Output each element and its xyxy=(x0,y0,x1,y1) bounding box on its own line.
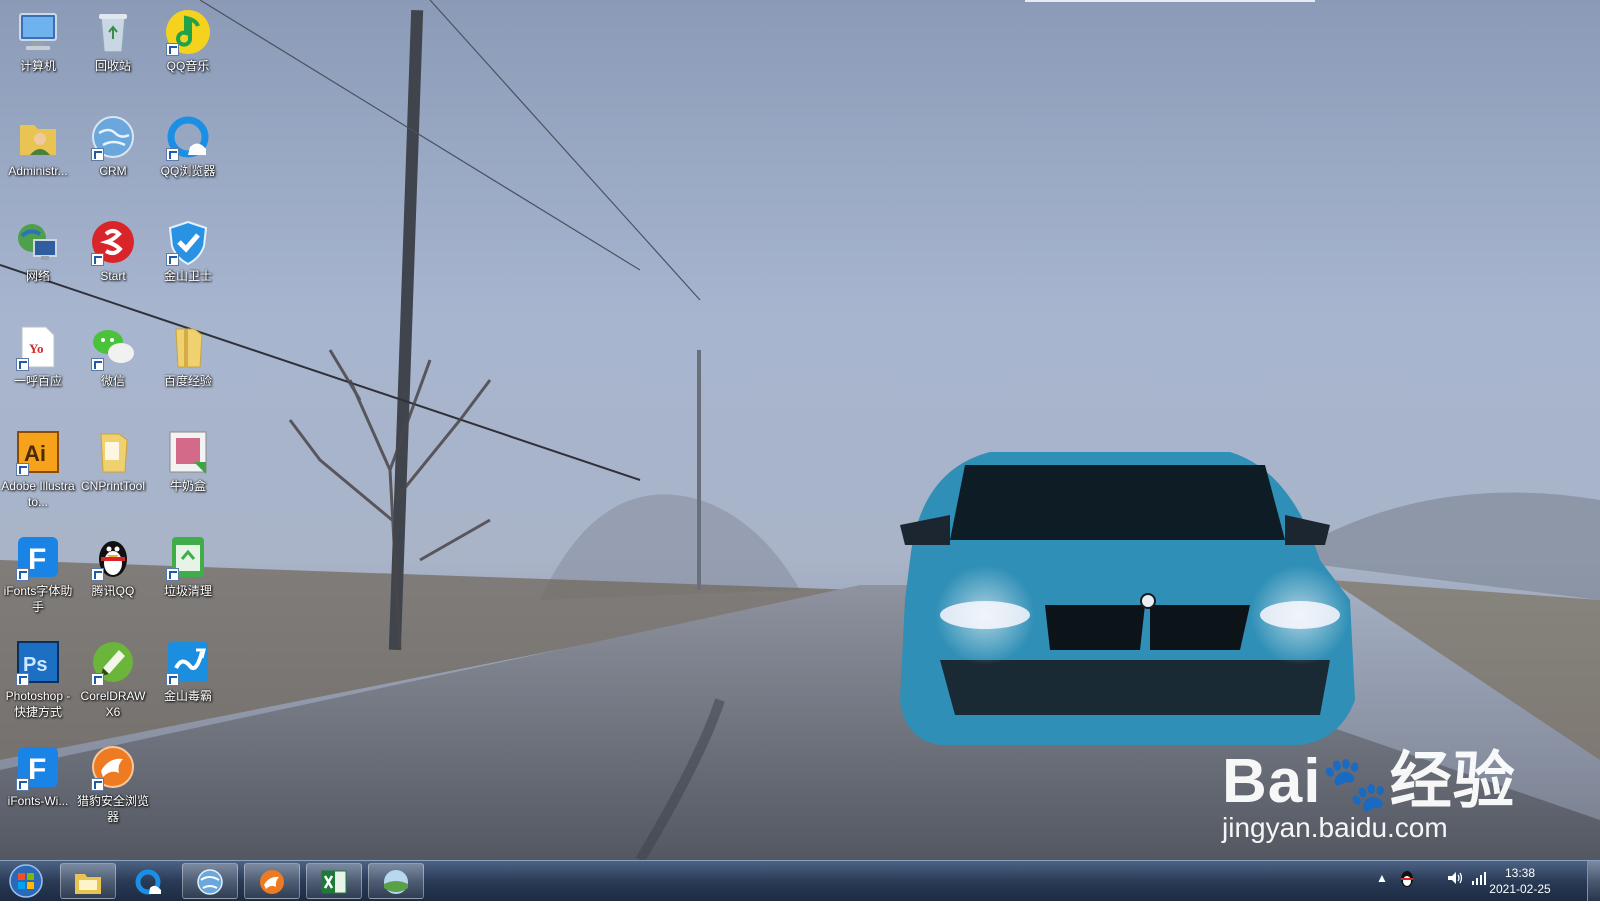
taskbar-btn-excel[interactable] xyxy=(306,863,362,899)
shortcut-arrow-icon xyxy=(91,673,104,686)
taskbar-btn-cheetah[interactable] xyxy=(244,863,300,899)
shortcut-arrow-icon xyxy=(91,358,104,371)
photo-viewer-icon xyxy=(384,870,408,894)
shortcut-arrow-icon xyxy=(91,778,104,791)
desktop-icon-coreldraw[interactable]: CorelDRAW X6 xyxy=(75,638,151,720)
top-edge-bar xyxy=(1025,0,1315,2)
windows-logo-icon xyxy=(9,864,43,898)
cheetah-browser-icon xyxy=(89,743,137,791)
desktop-icon-tencent-qq[interactable]: 腾讯QQ xyxy=(75,533,151,599)
taskbar-btn-ie[interactable] xyxy=(182,863,238,899)
ifonts-icon: F xyxy=(14,533,62,581)
wechat-icon xyxy=(89,323,137,371)
shortcut-arrow-icon xyxy=(16,568,29,581)
shortcut-arrow-icon xyxy=(166,673,179,686)
shortcut-arrow-icon xyxy=(166,43,179,56)
illustrator-icon: Ai xyxy=(14,428,62,476)
shortcut-arrow-icon xyxy=(166,568,179,581)
qq-browser-icon xyxy=(135,869,161,895)
svg-text:F: F xyxy=(28,543,46,576)
start-button[interactable] xyxy=(4,863,48,899)
qq-browser-icon xyxy=(164,113,212,161)
desktop-icon-network[interactable]: 网络 xyxy=(0,218,76,284)
shortcut-arrow-icon xyxy=(91,253,104,266)
shortcut-arrow-icon xyxy=(91,568,104,581)
shortcut-arrow-icon xyxy=(16,778,29,791)
folder-icon xyxy=(164,323,212,371)
shortcut-arrow-icon xyxy=(166,148,179,161)
antivirus-icon xyxy=(164,638,212,686)
desktop-icon-ifonts-wi[interactable]: F iFonts-Wi... xyxy=(0,743,76,809)
shortcut-arrow-icon xyxy=(166,253,179,266)
shortcut-arrow-icon xyxy=(91,148,104,161)
system-clock[interactable]: 13:38 2021-02-25 xyxy=(1480,865,1560,897)
svg-text:F: F xyxy=(28,753,46,786)
network-icon xyxy=(14,218,62,266)
taskbar-btn-photo-viewer[interactable] xyxy=(368,863,424,899)
watermark-url: jingyan.baidu.com xyxy=(1222,812,1448,843)
desktop-icon-adobe-illustrator[interactable]: Ai Adobe Illustrato... xyxy=(0,428,76,510)
shortcut-arrow-icon xyxy=(16,463,29,476)
taskbar-btn-explorer[interactable] xyxy=(60,863,116,899)
desktop-icon-start[interactable]: Start xyxy=(75,218,151,284)
desktop-icon-cnprinttool[interactable]: CNPrintTool xyxy=(75,428,151,494)
taskbar-btn-qq-browser[interactable] xyxy=(120,863,176,899)
qq-penguin-icon xyxy=(89,533,137,581)
desktop-icon-kingsoft-guard[interactable]: 金山卫士 xyxy=(150,218,226,284)
desktop-icon-cheetah-browser[interactable]: 猎豹安全浏览器 xyxy=(75,743,151,825)
baidu-jingyan-watermark: Bai🐾经验 jingyan.baidu.com xyxy=(1222,730,1516,844)
clock-time: 13:38 xyxy=(1504,866,1536,880)
desktop-icon-recycle-bin[interactable]: 回收站 xyxy=(75,8,151,74)
desktop-icon-milk-box[interactable]: 牛奶盒 xyxy=(150,428,226,494)
tray-qq-icon[interactable] xyxy=(1398,867,1416,892)
tray-expand-arrow-icon[interactable]: ▲ xyxy=(1376,871,1388,885)
desktop-icon-ifonts-helper[interactable]: F iFonts字体助手 xyxy=(0,533,76,615)
desktop-icon-administrator[interactable]: Administr... xyxy=(0,113,76,179)
desktop-icon-photoshop[interactable]: Ps Photoshop - 快捷方式 xyxy=(0,638,76,720)
watermark-brand: Bai xyxy=(1222,747,1322,816)
paw-icon: 🐾 xyxy=(1321,754,1390,814)
desktop-icon-kingsoft-antivirus[interactable]: 金山毒霸 xyxy=(150,638,226,704)
taskbar: ▲ 13:38 2021-02-25 xyxy=(0,860,1600,901)
desktop-icon-crm[interactable]: CRM xyxy=(75,113,151,179)
recycle-bin-icon xyxy=(89,8,137,56)
start-app-icon xyxy=(89,218,137,266)
watermark-brand-suffix: 经验 xyxy=(1389,747,1516,816)
desktop-icon-wechat[interactable]: 微信 xyxy=(75,323,151,389)
milk-box-icon xyxy=(164,428,212,476)
desktop-icon-baidu-jingyan[interactable]: 百度经验 xyxy=(150,323,226,389)
folder-icon xyxy=(89,428,137,476)
svg-text:Yo: Yo xyxy=(29,341,43,356)
computer-icon xyxy=(14,8,62,56)
photoshop-icon: Ps xyxy=(14,638,62,686)
user-folder-icon xyxy=(14,113,62,161)
show-desktop-button[interactable] xyxy=(1587,861,1600,901)
folder-explorer-icon xyxy=(75,874,101,894)
trash-clean-icon xyxy=(164,533,212,581)
shortcut-arrow-icon xyxy=(16,673,29,686)
cheetah-browser-icon xyxy=(260,870,284,894)
globe-icon xyxy=(197,869,223,895)
desktop-icon-junk-cleaner[interactable]: 垃圾清理 xyxy=(150,533,226,599)
ifonts-icon: F xyxy=(14,743,62,791)
globe-icon xyxy=(89,113,137,161)
volume-icon[interactable] xyxy=(1446,869,1464,890)
clock-date: 2021-02-25 xyxy=(1489,882,1551,896)
shield-icon xyxy=(164,218,212,266)
yo-document-icon: Yo xyxy=(14,323,62,371)
coreldraw-icon xyxy=(89,638,137,686)
desktop-icon-yihubaiying[interactable]: Yo 一呼百应 xyxy=(0,323,76,389)
excel-icon xyxy=(321,870,347,894)
shortcut-arrow-icon xyxy=(16,358,29,371)
desktop-icon-computer[interactable]: 计算机 xyxy=(0,8,76,74)
desktop-icon-qq-browser[interactable]: QQ浏览器 xyxy=(150,113,226,179)
qq-music-icon xyxy=(164,8,212,56)
desktop-icon-qq-music[interactable]: QQ音乐 xyxy=(150,8,226,74)
